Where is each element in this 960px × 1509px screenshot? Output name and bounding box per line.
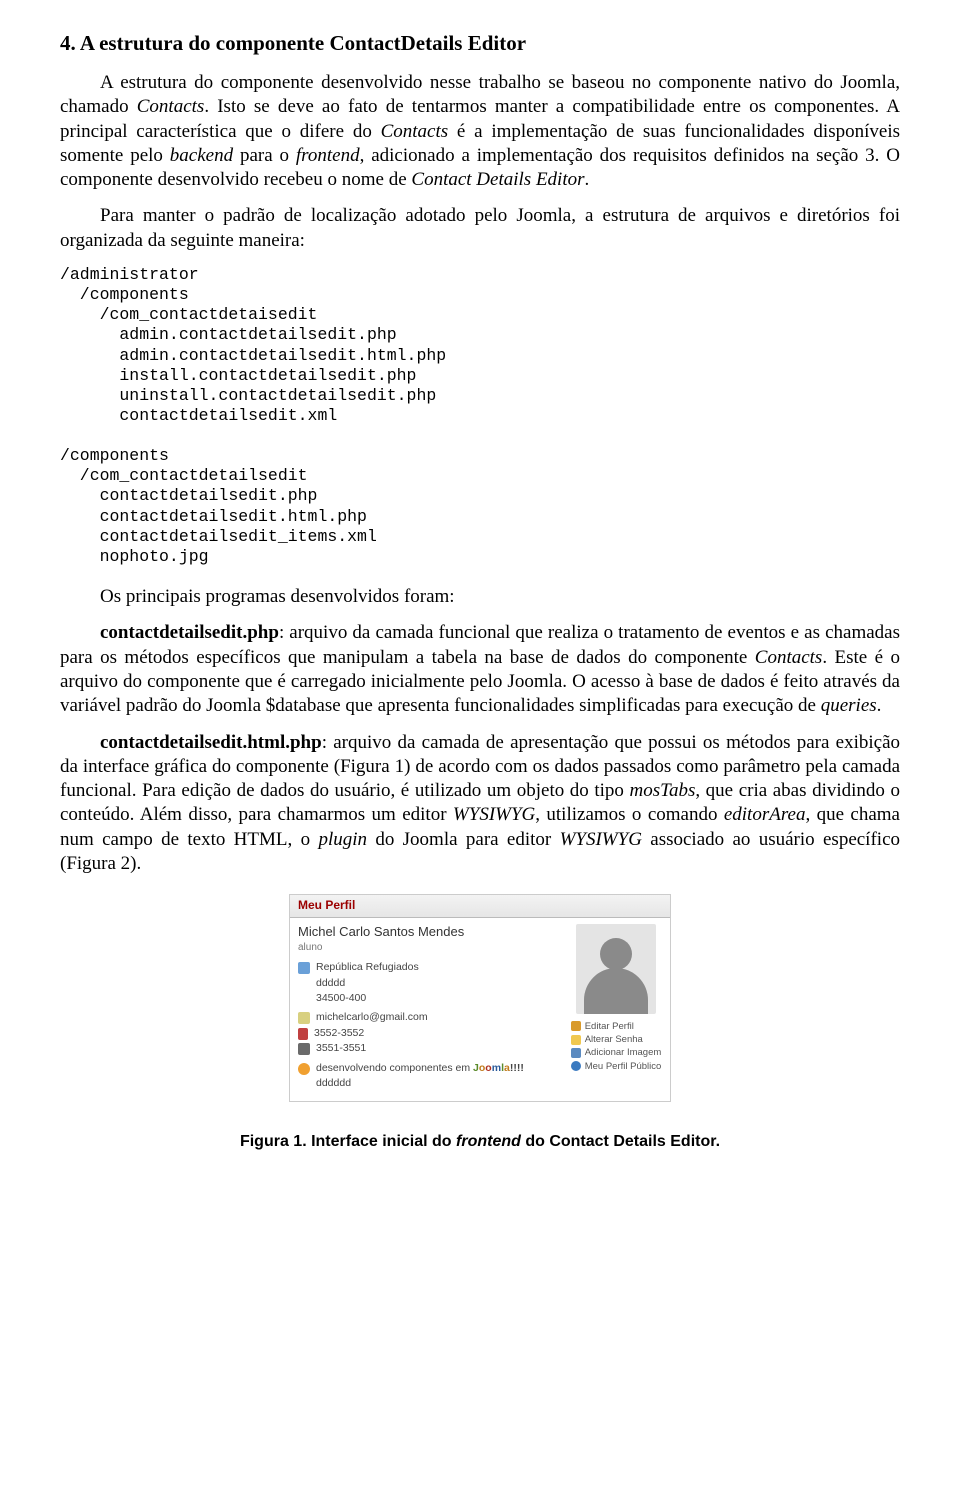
- mail-icon: [298, 1012, 310, 1024]
- text: .: [877, 695, 882, 716]
- action-label: Alterar Senha: [585, 1033, 643, 1046]
- address-line: 34500-400: [316, 992, 366, 1005]
- fax-value: 3551-3551: [316, 1042, 366, 1055]
- extra-text: dddddd: [316, 1077, 351, 1090]
- caption-term-frontend: frontend: [456, 1133, 521, 1150]
- term-mostabs: mosTabs: [630, 780, 696, 801]
- term-backend: backend: [170, 145, 233, 166]
- phone-value: 3552-3552: [314, 1027, 364, 1040]
- address-line: ddddd: [316, 977, 345, 990]
- home-icon: [298, 962, 310, 974]
- add-image-link[interactable]: Adicionar Imagem: [571, 1046, 662, 1059]
- chat-icon: [298, 1063, 310, 1075]
- panel-header: Meu Perfil: [290, 895, 670, 917]
- profile-name: Michel Carlo Santos Mendes: [298, 924, 562, 941]
- term-contacts: Contacts: [381, 121, 449, 142]
- address-line: República Refugiados: [316, 961, 419, 974]
- edit-profile-link[interactable]: Editar Perfil: [571, 1020, 662, 1033]
- paragraph-2: Para manter o padrão de localização adot…: [60, 204, 900, 253]
- term-wysiwyg: WYSIWYG: [453, 804, 535, 825]
- profile-details: Michel Carlo Santos Mendes aluno Repúbli…: [298, 924, 562, 1093]
- term-editorarea: editorArea: [724, 804, 806, 825]
- action-label: Adicionar Imagem: [585, 1046, 662, 1059]
- text: para o: [233, 145, 296, 166]
- email-value: michelcarlo@gmail.com: [316, 1011, 428, 1024]
- profile-role: aluno: [298, 942, 562, 955]
- term-wysiwyg: WYSIWYG: [560, 829, 642, 850]
- code-block-1: /administrator /components /com_contactd…: [60, 265, 900, 567]
- paragraph-5: contactdetailsedit.html.php: arquivo da …: [60, 731, 900, 877]
- dev-text: desenvolvendo componentes em Joomla!!!!: [316, 1062, 524, 1075]
- fax-icon: [298, 1043, 310, 1055]
- filename-html-php: contactdetailsedit.html.php: [100, 732, 322, 753]
- profile-panel: Meu Perfil Michel Carlo Santos Mendes al…: [289, 894, 671, 1101]
- globe-icon: [571, 1061, 581, 1071]
- caption-text: do Contact Details Editor.: [521, 1133, 720, 1150]
- section-heading: 4. A estrutura do componente ContactDeta…: [60, 30, 900, 57]
- key-icon: [571, 1035, 581, 1045]
- profile-actions: Editar Perfil Alterar Senha Adicionar Im…: [571, 1020, 662, 1073]
- edit-icon: [571, 1021, 581, 1031]
- public-profile-link[interactable]: Meu Perfil Público: [571, 1060, 662, 1073]
- text: , utilizamos o comando: [535, 804, 724, 825]
- change-password-link[interactable]: Alterar Senha: [571, 1033, 662, 1046]
- text: !!!!: [510, 1062, 524, 1074]
- action-label: Editar Perfil: [585, 1020, 634, 1033]
- term-queries: queries: [821, 695, 877, 716]
- text: .: [585, 169, 590, 190]
- figure-1: Meu Perfil Michel Carlo Santos Mendes al…: [60, 894, 900, 1101]
- term-contacts: Contacts: [137, 96, 205, 117]
- paragraph-3: Os principais programas desenvolvidos fo…: [60, 585, 900, 609]
- term-contacts: Contacts: [755, 647, 823, 668]
- text: desenvolvendo componentes em: [316, 1062, 473, 1074]
- phone-icon: [298, 1028, 308, 1040]
- text: do Joomla para editor: [367, 829, 560, 850]
- term-contact-details-editor: Contact Details Editor: [411, 169, 584, 190]
- term-frontend: frontend: [296, 145, 360, 166]
- joomla-logo-text: Joomla: [473, 1062, 510, 1074]
- term-plugin: plugin: [318, 829, 367, 850]
- avatar-placeholder: [576, 924, 656, 1014]
- figure-caption: Figura 1. Interface inicial do frontend …: [60, 1132, 900, 1152]
- caption-text: Figura 1. Interface inicial do: [240, 1133, 456, 1150]
- action-label: Meu Perfil Público: [585, 1060, 662, 1073]
- paragraph-1: A estrutura do componente desenvolvido n…: [60, 71, 900, 193]
- filename-php: contactdetailsedit.php: [100, 622, 279, 643]
- paragraph-4: contactdetailsedit.php: arquivo da camad…: [60, 621, 900, 718]
- image-icon: [571, 1048, 581, 1058]
